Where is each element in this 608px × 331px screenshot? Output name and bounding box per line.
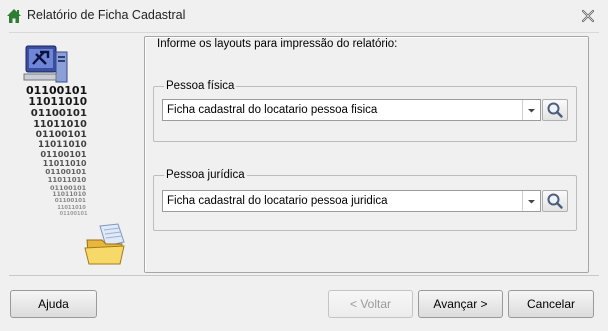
close-icon[interactable] bbox=[580, 8, 596, 24]
binary-line: 11011010 bbox=[42, 158, 87, 168]
binary-line: 11011010 bbox=[38, 139, 87, 150]
open-folder-icon bbox=[84, 223, 125, 265]
search-icon bbox=[547, 102, 563, 118]
back-button[interactable]: < Voltar bbox=[328, 290, 413, 318]
title-bar: Relatório de Ficha Cadastral bbox=[0, 0, 608, 32]
layout-panel bbox=[144, 36, 589, 273]
help-button[interactable]: Ajuda bbox=[10, 290, 97, 318]
window-title: Relatório de Ficha Cadastral bbox=[27, 8, 186, 22]
computer-icon bbox=[23, 45, 68, 83]
search-button-pessoa-fisica[interactable] bbox=[542, 99, 568, 121]
binary-line: 11011010 bbox=[47, 175, 87, 184]
wizard-illustration: 01100101 11011010 01100101 11011010 01100101… bbox=[12, 44, 132, 268]
binary-line: 11011010 bbox=[28, 96, 88, 108]
binary-line: 01100101 bbox=[59, 211, 88, 218]
footer-divider bbox=[9, 275, 599, 276]
next-button[interactable]: Avançar > bbox=[418, 290, 503, 318]
home-icon bbox=[7, 9, 21, 23]
select-value-pessoa-juridica: Ficha cadastral do locatario pessoa juri… bbox=[167, 195, 388, 207]
select-layout-pessoa-juridica[interactable]: Ficha cadastral do locatario pessoa juri… bbox=[162, 190, 541, 212]
search-icon bbox=[547, 193, 563, 209]
panel-legend: Informe os layouts para impressão do rel… bbox=[155, 38, 400, 50]
select-value-pessoa-fisica: Ficha cadastral do locatario pessoa fisi… bbox=[167, 104, 378, 116]
label-pessoa-fisica: Pessoa física bbox=[164, 80, 237, 92]
select-layout-pessoa-fisica[interactable]: Ficha cadastral do locatario pessoa fisi… bbox=[162, 99, 541, 121]
search-button-pessoa-juridica[interactable] bbox=[542, 190, 568, 212]
binary-line: 11011010 bbox=[57, 204, 86, 211]
binary-line: 11011010 bbox=[33, 118, 87, 130]
binary-line: 01100101 bbox=[54, 198, 86, 205]
binary-line: 01100101 bbox=[30, 107, 87, 119]
binary-line: 11011010 bbox=[52, 191, 87, 199]
label-pessoa-juridica: Pessoa jurídica bbox=[164, 169, 247, 181]
cancel-button[interactable]: Cancelar bbox=[508, 290, 594, 318]
chevron-down-icon[interactable] bbox=[522, 191, 540, 211]
chevron-down-icon[interactable] bbox=[522, 100, 540, 120]
